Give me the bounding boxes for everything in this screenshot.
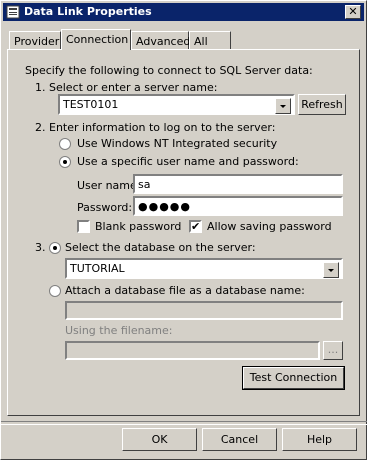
- tab-provider-label: Provider: [14, 35, 60, 48]
- chevron-down-icon: [280, 105, 286, 108]
- user-name-value: sa: [138, 178, 151, 191]
- password-label: Password:: [77, 201, 133, 214]
- specific-user-radio[interactable]: [59, 156, 71, 168]
- filename-label: Using the filename:: [65, 324, 173, 337]
- ok-button[interactable]: OK: [122, 428, 197, 451]
- password-input[interactable]: ●●●●●: [133, 196, 343, 216]
- step3-number: 3.: [35, 241, 46, 254]
- close-icon: ✕: [348, 5, 358, 18]
- step1-label: 1. Select or enter a server name:: [35, 81, 218, 94]
- data-link-icon: [6, 5, 20, 19]
- title-bar[interactable]: Data Link Properties ✕: [3, 3, 364, 21]
- radio-selected-dot: [53, 246, 57, 250]
- user-name-input[interactable]: sa: [133, 174, 343, 194]
- tab-connection[interactable]: Connection: [61, 29, 131, 50]
- tab-all[interactable]: All: [189, 31, 231, 49]
- database-dropdown-button[interactable]: [323, 262, 339, 278]
- user-name-label: User name:: [77, 179, 141, 192]
- help-button[interactable]: Help: [282, 428, 357, 451]
- windows-nt-security-radio[interactable]: [59, 138, 71, 150]
- step2-label: 2. Enter information to log on to the se…: [35, 121, 276, 134]
- filename-input[interactable]: [65, 341, 320, 360]
- select-database-radio[interactable]: [49, 242, 61, 254]
- chevron-down-icon: [328, 269, 334, 272]
- test-connection-button[interactable]: Test Connection: [242, 366, 345, 390]
- radio-selected-dot: [63, 160, 67, 164]
- data-link-properties-window: Data Link Properties ✕ Provider Connecti…: [0, 0, 367, 460]
- refresh-button[interactable]: Refresh: [298, 94, 346, 115]
- server-name-value: TEST0101: [63, 98, 119, 111]
- tab-advanced-label: Advanced: [136, 35, 191, 48]
- tab-advanced[interactable]: Advanced: [131, 31, 191, 49]
- server-dropdown-button[interactable]: [275, 98, 291, 114]
- blank-password-checkbox[interactable]: [77, 220, 90, 233]
- cancel-button[interactable]: Cancel: [202, 428, 277, 451]
- password-value: ●●●●●: [138, 200, 191, 213]
- tab-provider[interactable]: Provider: [9, 31, 61, 49]
- attach-database-name-input[interactable]: [65, 301, 343, 320]
- database-value: TUTORIAL: [70, 262, 125, 275]
- tab-connection-label: Connection: [66, 33, 129, 46]
- allow-saving-password-checkbox[interactable]: ✔: [189, 220, 202, 233]
- intro-text: Specify the following to connect to SQL …: [25, 64, 313, 77]
- close-button[interactable]: ✕: [345, 5, 361, 19]
- blank-password-label: Blank password: [95, 220, 182, 233]
- windows-nt-security-label: Use Windows NT Integrated security: [77, 137, 278, 150]
- checkmark-icon: ✔: [191, 220, 201, 233]
- database-select[interactable]: TUTORIAL: [65, 258, 343, 279]
- select-database-label: Select the database on the server:: [65, 241, 256, 254]
- attach-database-label: Attach a database file as a database nam…: [65, 284, 305, 297]
- footer-separator: [1, 421, 367, 425]
- specific-user-label: Use a specific user name and password:: [77, 155, 299, 168]
- tab-all-label: All: [194, 35, 208, 48]
- window-title: Data Link Properties: [24, 5, 152, 18]
- server-name-combo[interactable]: TEST0101: [58, 94, 295, 115]
- browse-button[interactable]: ...: [323, 341, 343, 360]
- allow-saving-password-label: Allow saving password: [207, 220, 332, 233]
- attach-database-radio[interactable]: [49, 285, 61, 297]
